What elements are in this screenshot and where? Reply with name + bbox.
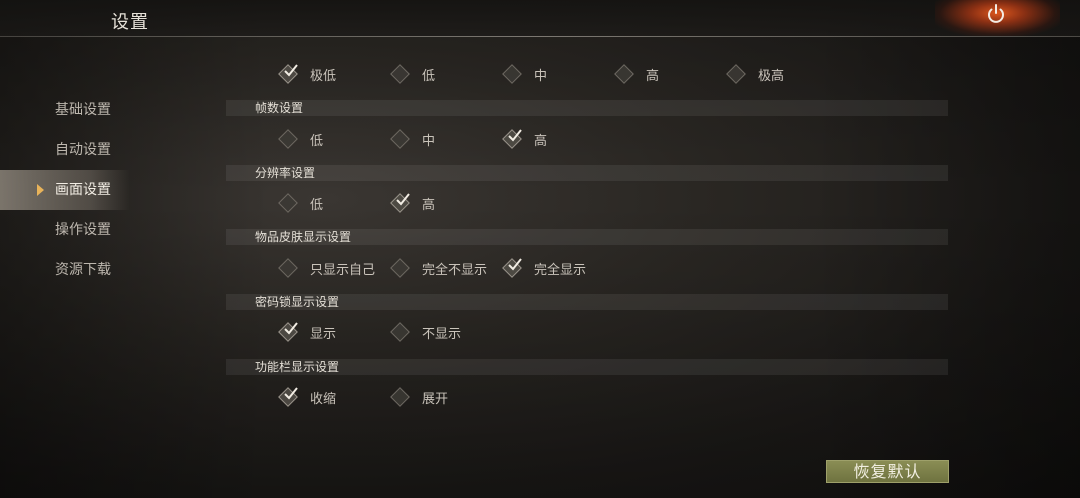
option-label: 展开 [422,391,449,407]
checkbox-diamond [281,132,295,146]
checkbox-diamond [281,196,295,210]
skin-options: 只显示自己 完全不显示 完全显示 [226,256,948,280]
checkmark-icon [284,322,298,335]
sidebar-item-basic[interactable]: 基础设置 [0,90,130,130]
checkmark-icon [508,258,522,271]
checkbox-diamond [281,322,298,339]
sidebar: 基础设置 自动设置 画面设置 操作设置 资源下载 [0,90,130,290]
lock-option-hide[interactable]: 不显示 [393,320,461,344]
framerate-option-low[interactable]: 低 [281,127,323,151]
lock-section-title: 密码锁显示设置 [226,294,948,310]
option-label: 只显示自己 [310,262,376,278]
quality-option-medium[interactable]: 中 [505,62,547,86]
power-icon [988,4,1004,23]
option-label: 极高 [758,68,785,84]
skin-option-self-only[interactable]: 只显示自己 [281,256,375,280]
checkmark-icon [284,387,298,400]
checkbox-diamond [505,67,519,81]
checkbox-diamond [617,67,631,81]
checkbox-diamond [281,64,298,81]
option-label: 高 [422,197,436,213]
quality-option-very-low[interactable]: 极低 [281,62,336,86]
checkbox-diamond [393,132,407,146]
lock-option-show[interactable]: 显示 [281,320,336,344]
checkmark-icon [396,193,410,206]
toolbar-option-expand[interactable]: 展开 [393,385,448,409]
sidebar-item-download[interactable]: 资源下载 [0,250,130,290]
checkbox-diamond [729,67,743,81]
framerate-option-high[interactable]: 高 [505,127,547,151]
sidebar-item-auto[interactable]: 自动设置 [0,130,130,170]
power-button[interactable] [982,0,1010,28]
quality-option-high[interactable]: 高 [617,62,659,86]
lock-options: 显示 不显示 [226,320,948,344]
checkbox-diamond [393,390,407,404]
resolution-option-high[interactable]: 高 [393,191,435,215]
checkbox-diamond [505,258,522,275]
sidebar-item-graphics[interactable]: 画面设置 [0,170,130,210]
framerate-option-medium[interactable]: 中 [393,127,435,151]
option-label: 收缩 [310,391,337,407]
option-label: 中 [534,68,548,84]
option-label: 低 [310,133,324,149]
skin-option-hide-all[interactable]: 完全不显示 [393,256,487,280]
toolbar-option-collapse[interactable]: 收缩 [281,385,336,409]
skin-option-show-all[interactable]: 完全显示 [505,256,586,280]
resolution-options: 低 高 [226,191,948,215]
checkbox-diamond [281,261,295,275]
toolbar-section-title: 功能栏显示设置 [226,359,948,375]
checkmark-icon [508,129,522,142]
option-label: 极低 [310,68,337,84]
checkbox-diamond [281,387,298,404]
resolution-section-title: 分辨率设置 [226,165,948,181]
option-label: 完全不显示 [422,262,488,278]
option-label: 不显示 [422,326,462,342]
skin-section-title: 物品皮肤显示设置 [226,229,948,245]
sidebar-item-label: 画面设置 [55,182,111,198]
checkmark-icon [284,64,298,77]
quality-options: 极低 低 中 高 极高 [226,62,948,86]
option-label: 高 [534,133,548,149]
page-title: 设置 [111,12,149,33]
framerate-section-title: 帧数设置 [226,100,948,116]
option-label: 低 [422,68,436,84]
option-label: 低 [310,197,324,213]
checkbox-diamond [393,261,407,275]
settings-content: 极低 低 中 高 极高 帧数设置 低 中 高 分辨率设置 低 高 物品皮肤显示设… [226,0,948,498]
checkbox-diamond [393,193,410,210]
checkbox-diamond [393,67,407,81]
sidebar-item-controls[interactable]: 操作设置 [0,210,130,250]
toolbar-options: 收缩 展开 [226,385,948,409]
quality-option-low[interactable]: 低 [393,62,435,86]
framerate-options: 低 中 高 [226,127,948,151]
sidebar-item-label: 自动设置 [55,142,111,158]
checkbox-diamond [393,325,407,339]
sidebar-item-label: 基础设置 [55,102,111,118]
resolution-option-low[interactable]: 低 [281,191,323,215]
option-label: 显示 [310,326,337,342]
quality-option-very-high[interactable]: 极高 [729,62,784,86]
option-label: 完全显示 [534,262,587,278]
option-label: 中 [422,133,436,149]
active-arrow-icon [37,184,44,196]
sidebar-item-label: 操作设置 [55,222,111,238]
restore-defaults-button[interactable]: 恢复默认 [826,460,949,483]
checkbox-diamond [505,129,522,146]
sidebar-item-label: 资源下载 [55,262,111,278]
option-label: 高 [646,68,660,84]
